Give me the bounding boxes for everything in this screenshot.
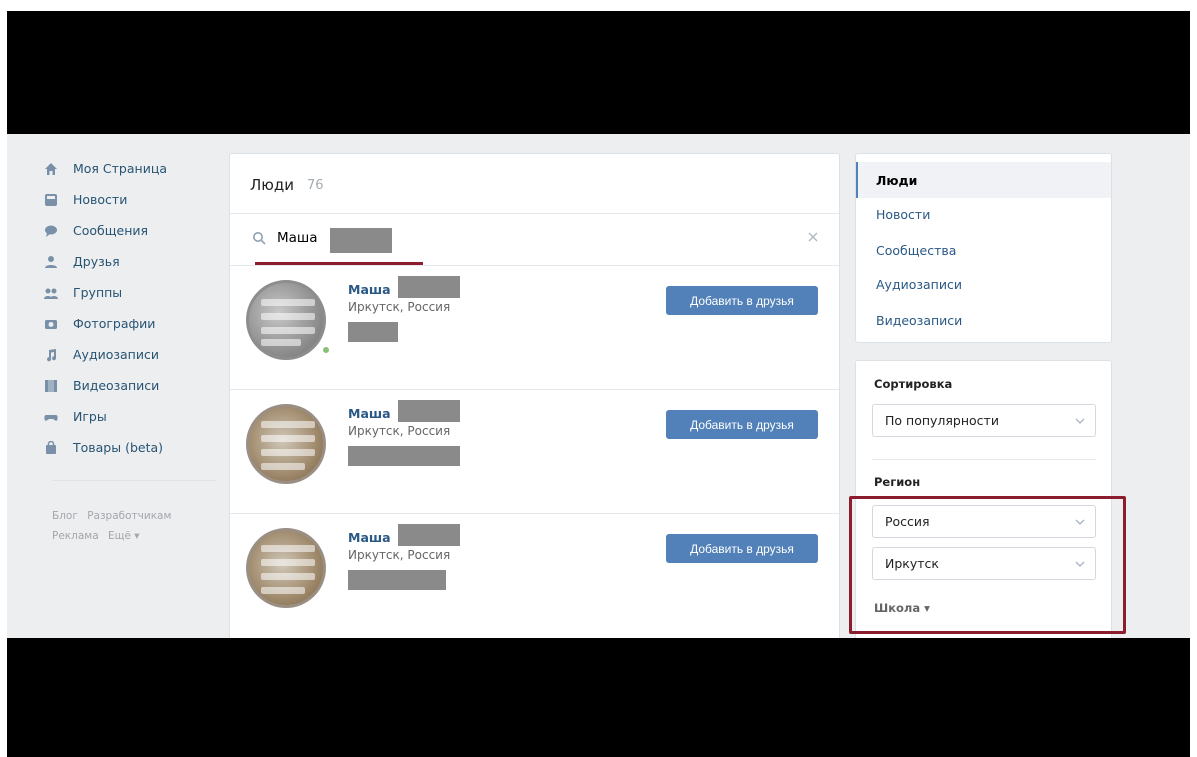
country-select[interactable]: Россия xyxy=(872,505,1096,538)
chevron-down-icon xyxy=(1075,561,1085,567)
redaction-block xyxy=(348,570,446,590)
sort-select-value: По популярности xyxy=(885,413,999,428)
left-nav: Моя Страница Новости Сообщения Друзья Гр… xyxy=(44,153,214,463)
footer-link-more[interactable]: Ещё ▾ xyxy=(108,530,140,542)
nav-label: Аудиозаписи xyxy=(73,347,159,362)
person-name-link[interactable]: Маша xyxy=(348,406,391,421)
search-results-panel: Люди 76 Маша Маша Иркутск, Россия Добави… xyxy=(229,153,840,638)
video-letterbox-bottom xyxy=(7,638,1190,757)
news-icon xyxy=(44,193,58,207)
nav-label: Новости xyxy=(73,192,128,207)
nav-label: Друзья xyxy=(73,254,120,269)
tab-people[interactable]: Люди xyxy=(856,162,1111,198)
sort-label: Сортировка xyxy=(874,377,953,391)
nav-item-friends[interactable]: Друзья xyxy=(44,246,214,277)
person-city: Иркутск, Россия xyxy=(348,548,451,562)
avatar[interactable] xyxy=(246,280,326,360)
nav-item-games[interactable]: Игры xyxy=(44,401,214,432)
avatar[interactable] xyxy=(246,404,326,484)
city-select-value: Иркутск xyxy=(885,556,939,571)
nav-divider xyxy=(52,480,216,481)
list-item: Маша Иркутск, Россия Добавить в друзья xyxy=(230,514,839,638)
page-title: Люди xyxy=(250,176,295,194)
results-header: Люди 76 xyxy=(230,154,839,214)
music-icon xyxy=(44,348,58,362)
nav-label: Фотографии xyxy=(73,316,156,331)
footer-link-ads[interactable]: Реклама xyxy=(52,530,99,542)
footer-link-developers[interactable]: Разработчикам xyxy=(87,510,171,522)
online-indicator xyxy=(322,346,330,354)
close-icon[interactable] xyxy=(806,230,820,244)
person-city: Иркутск, Россия xyxy=(348,300,451,314)
tab-video[interactable]: Видеозаписи xyxy=(856,302,1111,338)
search-section-tabs: Люди Новости Сообщества Аудиозаписи Виде… xyxy=(855,153,1112,343)
gamepad-icon xyxy=(44,410,58,424)
filters-divider xyxy=(872,459,1096,460)
tab-communities[interactable]: Сообщества xyxy=(856,232,1111,268)
nav-item-my-page[interactable]: Моя Страница xyxy=(44,153,214,184)
footer-links: Блог Разработчикам Реклама Ещё ▾ xyxy=(52,506,222,546)
redaction-block xyxy=(398,524,460,546)
city-select[interactable]: Иркутск xyxy=(872,547,1096,580)
avatar[interactable] xyxy=(246,528,326,608)
footer-link-blog[interactable]: Блог xyxy=(52,510,78,522)
video-icon xyxy=(44,379,58,393)
nav-label: Видеозаписи xyxy=(73,378,160,393)
tab-news[interactable]: Новости xyxy=(856,196,1111,232)
nav-label: Сообщения xyxy=(73,223,149,238)
add-friend-button[interactable]: Добавить в друзья xyxy=(666,534,818,563)
nav-label: Товары (beta) xyxy=(73,440,164,455)
nav-item-photos[interactable]: Фотографии xyxy=(44,308,214,339)
school-filter-link[interactable]: Школа ▾ xyxy=(874,601,930,615)
list-item: Маша Иркутск, Россия Добавить в друзья xyxy=(230,390,839,514)
filters-panel: Сортировка По популярности Регион Россия… xyxy=(855,360,1112,638)
shopping-bag-icon xyxy=(44,440,58,455)
nav-label: Игры xyxy=(73,409,107,424)
person-city: Иркутск, Россия xyxy=(348,424,451,438)
search-bar[interactable]: Маша xyxy=(230,214,839,266)
tab-audio[interactable]: Аудиозаписи xyxy=(856,266,1111,302)
redaction-block xyxy=(398,400,460,422)
nav-label: Группы xyxy=(73,285,123,300)
friends-icon xyxy=(44,255,58,269)
chevron-down-icon xyxy=(1075,519,1085,525)
nav-item-video[interactable]: Видеозаписи xyxy=(44,370,214,401)
redaction-block xyxy=(348,446,460,466)
messages-icon xyxy=(44,224,58,238)
country-select-value: Россия xyxy=(885,514,930,529)
camera-icon xyxy=(44,317,58,331)
add-friend-button[interactable]: Добавить в друзья xyxy=(666,286,818,315)
person-name-link[interactable]: Маша xyxy=(348,530,391,545)
nav-item-groups[interactable]: Группы xyxy=(44,277,214,308)
redaction-block xyxy=(330,228,392,253)
results-count: 76 xyxy=(307,178,324,193)
sort-select[interactable]: По популярности xyxy=(872,404,1096,437)
redaction-block xyxy=(398,276,460,298)
region-label: Регион xyxy=(874,475,921,489)
nav-label: Моя Страница xyxy=(73,161,167,176)
search-underline-annotation xyxy=(255,262,423,265)
nav-item-news[interactable]: Новости xyxy=(44,184,214,215)
groups-icon xyxy=(44,286,58,300)
search-input[interactable]: Маша xyxy=(277,230,318,246)
add-friend-button[interactable]: Добавить в друзья xyxy=(666,410,818,439)
chevron-down-icon xyxy=(1075,418,1085,424)
nav-item-audio[interactable]: Аудиозаписи xyxy=(44,339,214,370)
person-name-link[interactable]: Маша xyxy=(348,282,391,297)
nav-item-messages[interactable]: Сообщения xyxy=(44,215,214,246)
nav-item-goods[interactable]: Товары (beta) xyxy=(44,432,214,463)
home-icon xyxy=(44,162,58,176)
list-item: Маша Иркутск, Россия Добавить в друзья xyxy=(230,266,839,390)
search-icon xyxy=(253,232,266,245)
redaction-block xyxy=(348,322,398,342)
